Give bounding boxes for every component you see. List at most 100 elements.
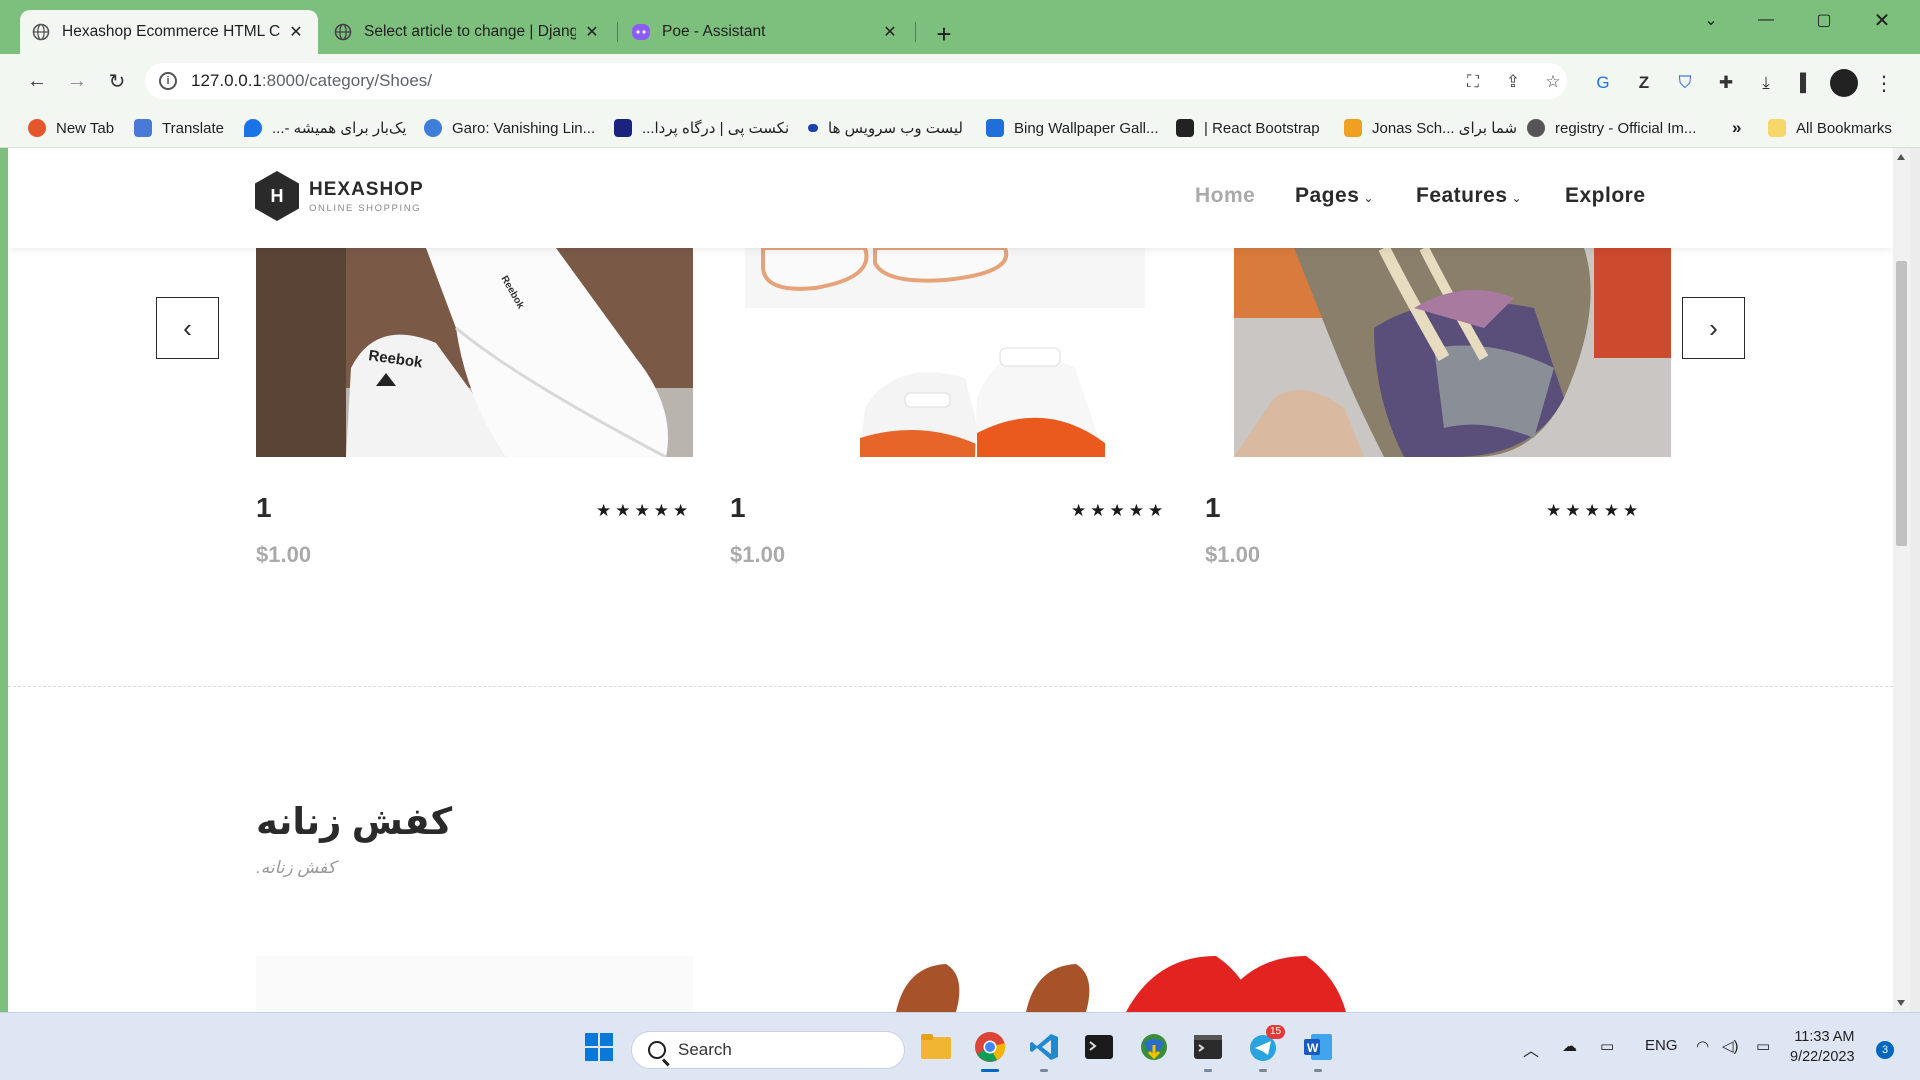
- section-title: کفش زنانه: [256, 801, 453, 842]
- map-pin-icon: [244, 119, 262, 137]
- volume-icon[interactable]: ◁): [1722, 1037, 1739, 1055]
- maximize-button[interactable]: ▢: [1800, 6, 1848, 34]
- terminal-app[interactable]: [1081, 1029, 1117, 1065]
- bookmark-item[interactable]: | React Bootstrap: [1176, 116, 1320, 140]
- address-bar[interactable]: i 127.0.0.1:8000/category/Shoes/ ⛶ ⇪ ☆: [145, 63, 1567, 99]
- translate-page-icon[interactable]: ⛶: [1463, 72, 1483, 92]
- close-icon[interactable]: ✕: [880, 22, 900, 42]
- product-name[interactable]: 1: [1205, 492, 1221, 524]
- bookmark-item[interactable]: Bing Wallpaper Gall...: [986, 116, 1159, 140]
- tab-title: Hexashop Ecommerce HTML CSS: [62, 23, 280, 40]
- star-icon: ★: [673, 501, 689, 520]
- product-name[interactable]: 1: [256, 492, 272, 524]
- purple-dunk-sneaker-image: [1234, 248, 1671, 457]
- extensions-puzzle-icon[interactable]: ✚: [1715, 72, 1737, 94]
- logo-brand: HEXASHOP: [309, 178, 424, 200]
- tab-django-admin[interactable]: Select article to change | Django ✕: [322, 10, 614, 54]
- bookmark-item[interactable]: New Tab: [28, 116, 114, 140]
- windows-logo-icon: [585, 1033, 613, 1061]
- site-header: H HEXASHOP ONLINE SHOPPING Home Pages ⌄ F…: [8, 148, 1893, 248]
- page-scrollbar[interactable]: [1893, 148, 1910, 1012]
- tab-poe[interactable]: Poe - Assistant ✕: [620, 10, 912, 54]
- bookmark-label: Jonas Sch... شما برای: [1372, 120, 1518, 137]
- share-icon[interactable]: ⇪: [1503, 72, 1523, 92]
- nav-pages-label: Pages: [1295, 184, 1360, 207]
- tab-hexashop[interactable]: Hexashop Ecommerce HTML CSS ✕: [20, 10, 318, 54]
- site-logo[interactable]: H HEXASHOP ONLINE SHOPPING: [255, 171, 424, 221]
- tab-search-chevron-icon[interactable]: ⌄: [1687, 6, 1735, 34]
- bing-icon: [986, 119, 1004, 137]
- site-info-icon[interactable]: i: [159, 72, 177, 90]
- notification-count-badge[interactable]: 3: [1876, 1041, 1894, 1059]
- browser-toolbar: ← → ↻ i 127.0.0.1:8000/category/Shoes/ ⛶…: [0, 54, 1920, 108]
- nav-features[interactable]: Features ⌄: [1416, 184, 1522, 208]
- system-clock[interactable]: 11:33 AM 9/22/2023: [1790, 1027, 1855, 1067]
- forward-button[interactable]: →: [62, 66, 92, 96]
- bookmark-item[interactable]: registry - Official Im...: [1527, 116, 1696, 140]
- language-indicator[interactable]: ENG: [1645, 1037, 1678, 1054]
- new-tab-button[interactable]: +: [928, 18, 960, 50]
- star-icon: ★: [653, 501, 669, 520]
- bookmark-item[interactable]: Translate: [134, 116, 224, 140]
- nav-explore[interactable]: Explore: [1565, 184, 1646, 208]
- bookmark-item[interactable]: Garo: Vanishing Lin...: [424, 116, 595, 140]
- back-button[interactable]: ←: [22, 66, 52, 96]
- profile-avatar[interactable]: [1830, 69, 1858, 97]
- nav-home[interactable]: Home: [1195, 184, 1255, 208]
- word-app[interactable]: W: [1300, 1029, 1336, 1072]
- file-explorer-app[interactable]: [918, 1029, 954, 1065]
- all-bookmarks-label: All Bookmarks: [1796, 119, 1892, 137]
- z-extension-icon[interactable]: Z: [1633, 72, 1655, 94]
- carousel-next-button[interactable]: ›: [1682, 297, 1745, 359]
- bookmark-item[interactable]: ...- یک‌بار برای همیشه: [244, 116, 407, 140]
- more-menu-icon[interactable]: ⋮: [1873, 72, 1895, 95]
- product-price: $1.00: [730, 542, 786, 567]
- side-panel-icon[interactable]: ▌: [1795, 72, 1817, 94]
- vscode-app[interactable]: [1026, 1029, 1062, 1072]
- chevron-left-icon: ‹: [183, 312, 192, 343]
- reload-button[interactable]: ↻: [102, 66, 132, 96]
- taskbar-search[interactable]: Search: [631, 1031, 905, 1069]
- product-name[interactable]: 1: [730, 492, 746, 524]
- command-prompt-app[interactable]: [1190, 1029, 1226, 1072]
- bookmark-item[interactable]: Jonas Sch... شما برای: [1344, 116, 1517, 140]
- onedrive-cloud-icon[interactable]: ☁: [1562, 1037, 1577, 1055]
- chrome-app[interactable]: [972, 1029, 1008, 1072]
- product-image[interactable]: [1234, 248, 1671, 457]
- nav-pages[interactable]: Pages ⌄: [1295, 184, 1374, 208]
- close-icon[interactable]: ✕: [582, 22, 602, 42]
- carousel-prev-button[interactable]: ‹: [156, 297, 219, 359]
- battery-icon[interactable]: ▭: [1756, 1037, 1770, 1055]
- close-window-button[interactable]: ✕: [1858, 6, 1906, 34]
- close-icon[interactable]: ✕: [286, 22, 306, 42]
- google-translate-extension-icon[interactable]: G: [1592, 72, 1614, 94]
- all-bookmarks-button[interactable]: All Bookmarks: [1768, 116, 1892, 140]
- shield-extension-icon[interactable]: ⛉: [1674, 72, 1696, 94]
- internet-download-manager-app[interactable]: [1136, 1029, 1172, 1065]
- bookmark-item[interactable]: لیست وب سرویس ها: [808, 116, 963, 140]
- bookmark-star-icon[interactable]: ☆: [1543, 72, 1563, 92]
- tab-title: Select article to change | Django: [364, 23, 576, 40]
- show-hidden-icons-chevron-icon[interactable]: ︿: [1523, 1037, 1539, 1061]
- scroll-up-icon[interactable]: [1897, 154, 1905, 160]
- tablet-mode-icon[interactable]: ▭: [1600, 1037, 1614, 1055]
- poe-icon: [632, 24, 650, 40]
- logo-tagline: ONLINE SHOPPING: [309, 202, 422, 214]
- star-icon: ★: [596, 501, 612, 520]
- product-image[interactable]: Reebok Reebok: [256, 248, 693, 457]
- scroll-down-icon[interactable]: [1897, 1000, 1905, 1006]
- window-edge: [1910, 148, 1920, 1012]
- star-icon: ★: [1603, 501, 1619, 520]
- start-button[interactable]: [581, 1029, 617, 1065]
- product-image[interactable]: [745, 248, 1182, 457]
- telegram-app[interactable]: 15: [1245, 1025, 1286, 1072]
- bookmarks-overflow-button[interactable]: »: [1732, 116, 1741, 140]
- wifi-icon[interactable]: ◠: [1696, 1037, 1709, 1055]
- bookmark-label: New Tab: [56, 119, 115, 137]
- download-icon[interactable]: ⤓: [1755, 72, 1777, 94]
- bookmark-item[interactable]: ...نکست پی | درگاه پردا: [614, 116, 789, 140]
- search-placeholder: Search: [678, 1040, 732, 1059]
- minimize-button[interactable]: —: [1742, 6, 1790, 34]
- scrollbar-thumb[interactable]: [1896, 261, 1907, 546]
- bookmark-label: registry - Official Im...: [1555, 119, 1697, 137]
